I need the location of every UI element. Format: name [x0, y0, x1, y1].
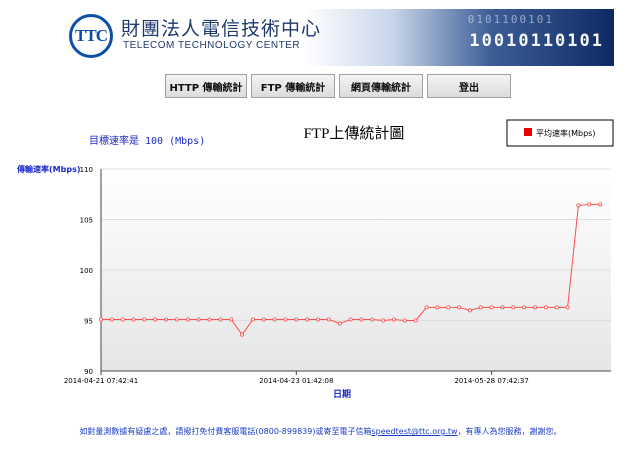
- ftp-upload-chart: 90 95 100 105 110 2014-04-21 07:42:41 2014-04…: [16, 119, 614, 400]
- data-point: [326, 317, 331, 322]
- footer-email-link[interactable]: speedtest@ttc.org.tw: [371, 427, 457, 436]
- footer-text-after: ，有專人為您服務，謝謝您。: [457, 427, 562, 436]
- y-tick-label: 110: [80, 166, 93, 174]
- x-tick-label: 2014-04-23 01:42:08: [259, 377, 333, 385]
- data-point: [283, 317, 288, 322]
- data-point: [348, 317, 353, 322]
- data-point: [543, 305, 548, 310]
- data-point: [554, 305, 559, 310]
- data-point: [446, 305, 451, 310]
- data-point: [435, 305, 440, 310]
- data-point: [337, 321, 342, 326]
- data-point: [511, 305, 516, 310]
- data-point: [457, 305, 462, 310]
- y-tick-label: 95: [84, 318, 93, 326]
- data-point: [185, 317, 190, 322]
- chart-title: FTP上傳統計圖: [304, 125, 405, 142]
- data-point: [272, 317, 277, 322]
- data-point: [391, 317, 396, 322]
- data-point: [359, 317, 364, 322]
- data-point: [207, 317, 212, 322]
- data-point: [316, 317, 321, 322]
- data-point: [533, 305, 538, 310]
- x-axis-label: 日期: [333, 388, 351, 400]
- data-point: [370, 317, 375, 322]
- data-point: [240, 332, 245, 337]
- data-point: [413, 318, 418, 323]
- data-point: [565, 305, 570, 310]
- data-point: [153, 317, 158, 322]
- data-point: [109, 317, 114, 322]
- data-point: [164, 317, 169, 322]
- data-point: [250, 317, 255, 322]
- data-point: [196, 317, 201, 322]
- footer-text-before: 如對量測數據有疑慮之處，請撥打免付費客服電話(0800-899839)或寄至電子…: [79, 427, 372, 436]
- data-point: [174, 317, 179, 322]
- data-point: [500, 305, 505, 310]
- y-axis-label: 傳輸速率(Mbps): [16, 164, 81, 174]
- footer-contact-note: 如對量測數據有疑慮之處，請撥打免付費客服電話(0800-899839)或寄至電子…: [0, 426, 641, 437]
- y-tick-label: 105: [80, 217, 93, 225]
- data-point: [478, 305, 483, 310]
- x-tick-label: 2014-04-21 07:42:41: [64, 377, 138, 385]
- x-tick-label: 2014-05-28 07:42:37: [454, 377, 528, 385]
- data-point: [381, 318, 386, 323]
- data-point: [99, 317, 104, 322]
- data-point: [598, 202, 603, 207]
- data-point: [587, 202, 592, 207]
- data-point: [522, 305, 527, 310]
- legend-label: 平均速率(Mbps): [536, 128, 595, 138]
- data-point: [489, 305, 494, 310]
- data-point: [305, 317, 310, 322]
- data-point: [261, 317, 266, 322]
- data-point: [131, 317, 136, 322]
- chart-legend: 平均速率(Mbps): [506, 119, 614, 147]
- data-point: [467, 308, 472, 313]
- data-point: [142, 317, 147, 322]
- data-point: [294, 317, 299, 322]
- data-point: [229, 317, 234, 322]
- data-point: [402, 318, 407, 323]
- data-point: [576, 203, 581, 208]
- data-point: [218, 317, 223, 322]
- chart-subtitle-target-speed: 目標速率是 100 (Mbps): [89, 134, 205, 147]
- y-tick-label: 90: [84, 368, 93, 376]
- legend-swatch: [524, 128, 532, 136]
- y-tick-label: 100: [80, 267, 93, 275]
- data-point: [120, 317, 125, 322]
- data-point: [424, 305, 429, 310]
